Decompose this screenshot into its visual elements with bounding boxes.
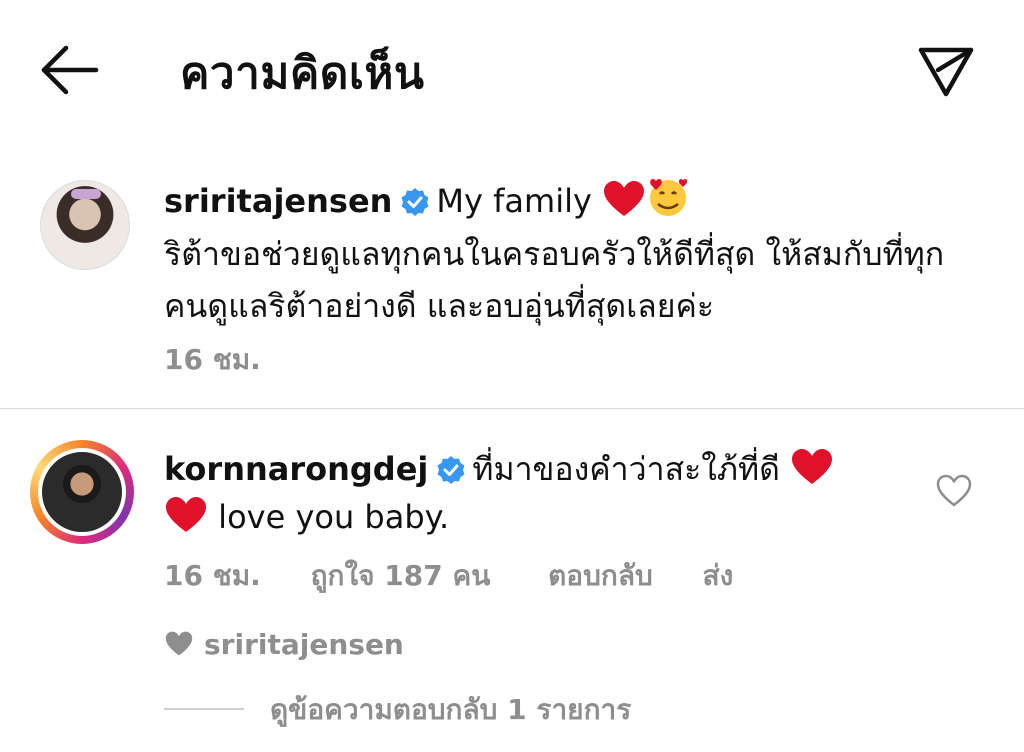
comment-timestamp: 16 ชม.: [164, 559, 261, 592]
caption-avatar[interactable]: [40, 180, 130, 270]
verified-badge-icon: [401, 188, 429, 216]
back-button[interactable]: [38, 44, 100, 96]
view-replies-button[interactable]: ดูข้อความตอบกลับ 1 รายการ: [164, 688, 631, 732]
comment-text-line1: ที่มาของคำว่าสะใภ้ที่ดี: [472, 450, 780, 488]
heart-outline-icon: [936, 474, 972, 507]
replies-divider-line: [164, 708, 244, 710]
comment-first-line: kornnarongdej ที่มาของคำว่าสะใภ้ที่ดี: [164, 444, 834, 495]
caption-timestamp: 16 ชม.: [164, 343, 261, 376]
paper-plane-icon: [918, 47, 974, 97]
likes-count-link[interactable]: ถูกใจ 187 คน: [311, 554, 491, 598]
red-heart-icon: [604, 181, 645, 216]
divider: [0, 408, 1024, 409]
comment-username[interactable]: kornnarongdej: [164, 450, 428, 488]
view-replies-label: ดูข้อความตอบกลับ 1 รายการ: [270, 693, 632, 726]
caption-first-line: sriritajensen My family: [164, 176, 690, 220]
caption-text: ริต้าขอช่วยดูแลทุกคนในครอบครัวให้ดีที่สุ…: [164, 235, 945, 325]
header-bar: ความคิดเห็น: [0, 0, 1024, 150]
comment-text-line2: love you baby.: [218, 498, 450, 536]
share-button[interactable]: [916, 40, 976, 100]
verified-badge-icon: [437, 456, 465, 484]
avatar-photo-detail: [71, 189, 101, 199]
liked-by-username: sriritajensen: [204, 628, 404, 661]
smiling-face-with-hearts-icon: [650, 179, 688, 216]
comment-meta-row: 16 ชม. ถูกใจ 187 คน ตอบกลับ ส่ง: [164, 554, 733, 598]
arrow-left-icon: [41, 45, 99, 95]
liked-by-author: sriritajensen: [164, 628, 404, 661]
caption-username[interactable]: sriritajensen: [164, 182, 392, 220]
reply-button[interactable]: ตอบกลับ: [548, 554, 653, 598]
like-comment-button[interactable]: [936, 474, 972, 508]
comment-avatar[interactable]: [38, 448, 126, 536]
red-heart-icon: [166, 497, 206, 532]
red-heart-icon: [792, 449, 833, 484]
comment-second-line: love you baby.: [164, 496, 449, 536]
page-title: ความคิดเห็น: [180, 48, 425, 99]
send-link[interactable]: ส่ง: [703, 554, 734, 598]
caption-inline-text: My family: [436, 182, 592, 220]
heart-filled-icon: [165, 631, 193, 656]
